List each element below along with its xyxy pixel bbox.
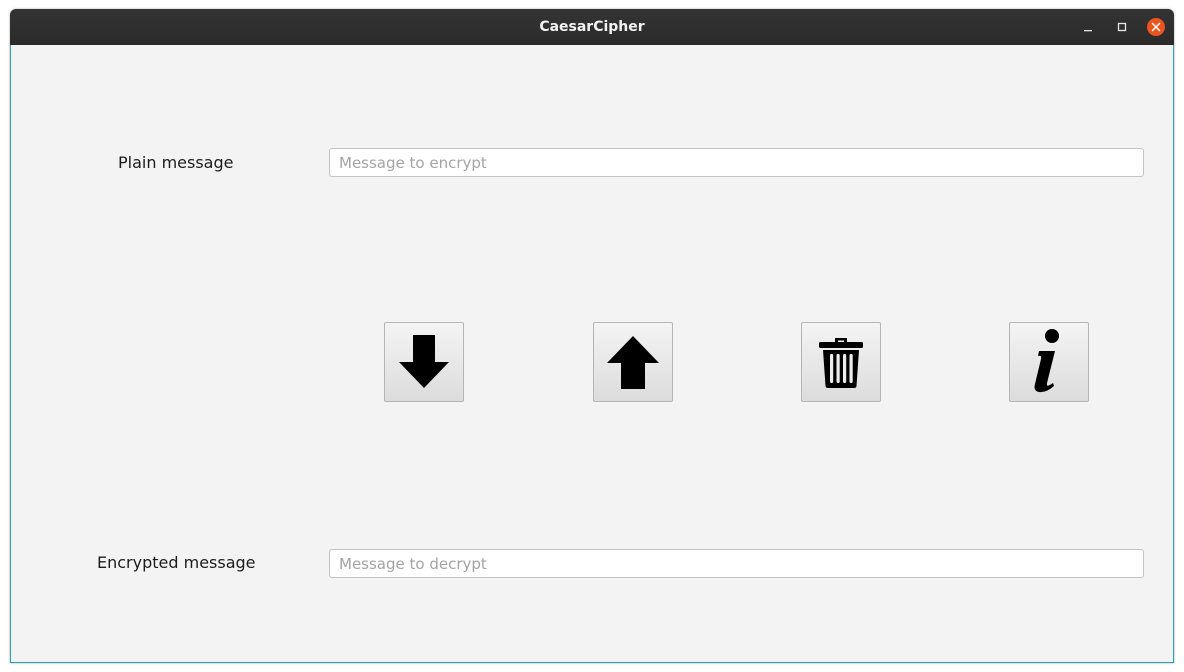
trash-icon — [819, 338, 863, 388]
encrypt-button[interactable] — [384, 322, 464, 402]
minimize-icon — [1084, 30, 1092, 32]
maximize-button[interactable] — [1112, 17, 1132, 37]
arrow-down-icon — [399, 335, 449, 388]
close-button[interactable] — [1146, 17, 1166, 37]
encrypted-message-input[interactable] — [329, 549, 1144, 578]
clear-button[interactable] — [801, 322, 881, 402]
encrypted-message-label: Encrypted message — [97, 553, 256, 572]
maximize-icon — [1117, 22, 1127, 32]
arrow-up-icon — [607, 336, 659, 389]
app-window: CaesarCipher Plain message Message to en… — [10, 9, 1174, 663]
minimize-button[interactable] — [1078, 17, 1098, 37]
main-content: Plain message Message to encrypt Encrypt… — [10, 45, 1174, 663]
close-icon — [1147, 18, 1165, 36]
plain-message-label: Plain message — [118, 153, 234, 172]
decrypt-button[interactable] — [593, 322, 673, 402]
title-bar[interactable]: CaesarCipher — [10, 9, 1174, 45]
window-title: CaesarCipher — [539, 19, 645, 35]
info-icon — [1034, 329, 1059, 393]
plain-message-input[interactable] — [329, 148, 1144, 177]
info-button[interactable] — [1009, 322, 1089, 402]
